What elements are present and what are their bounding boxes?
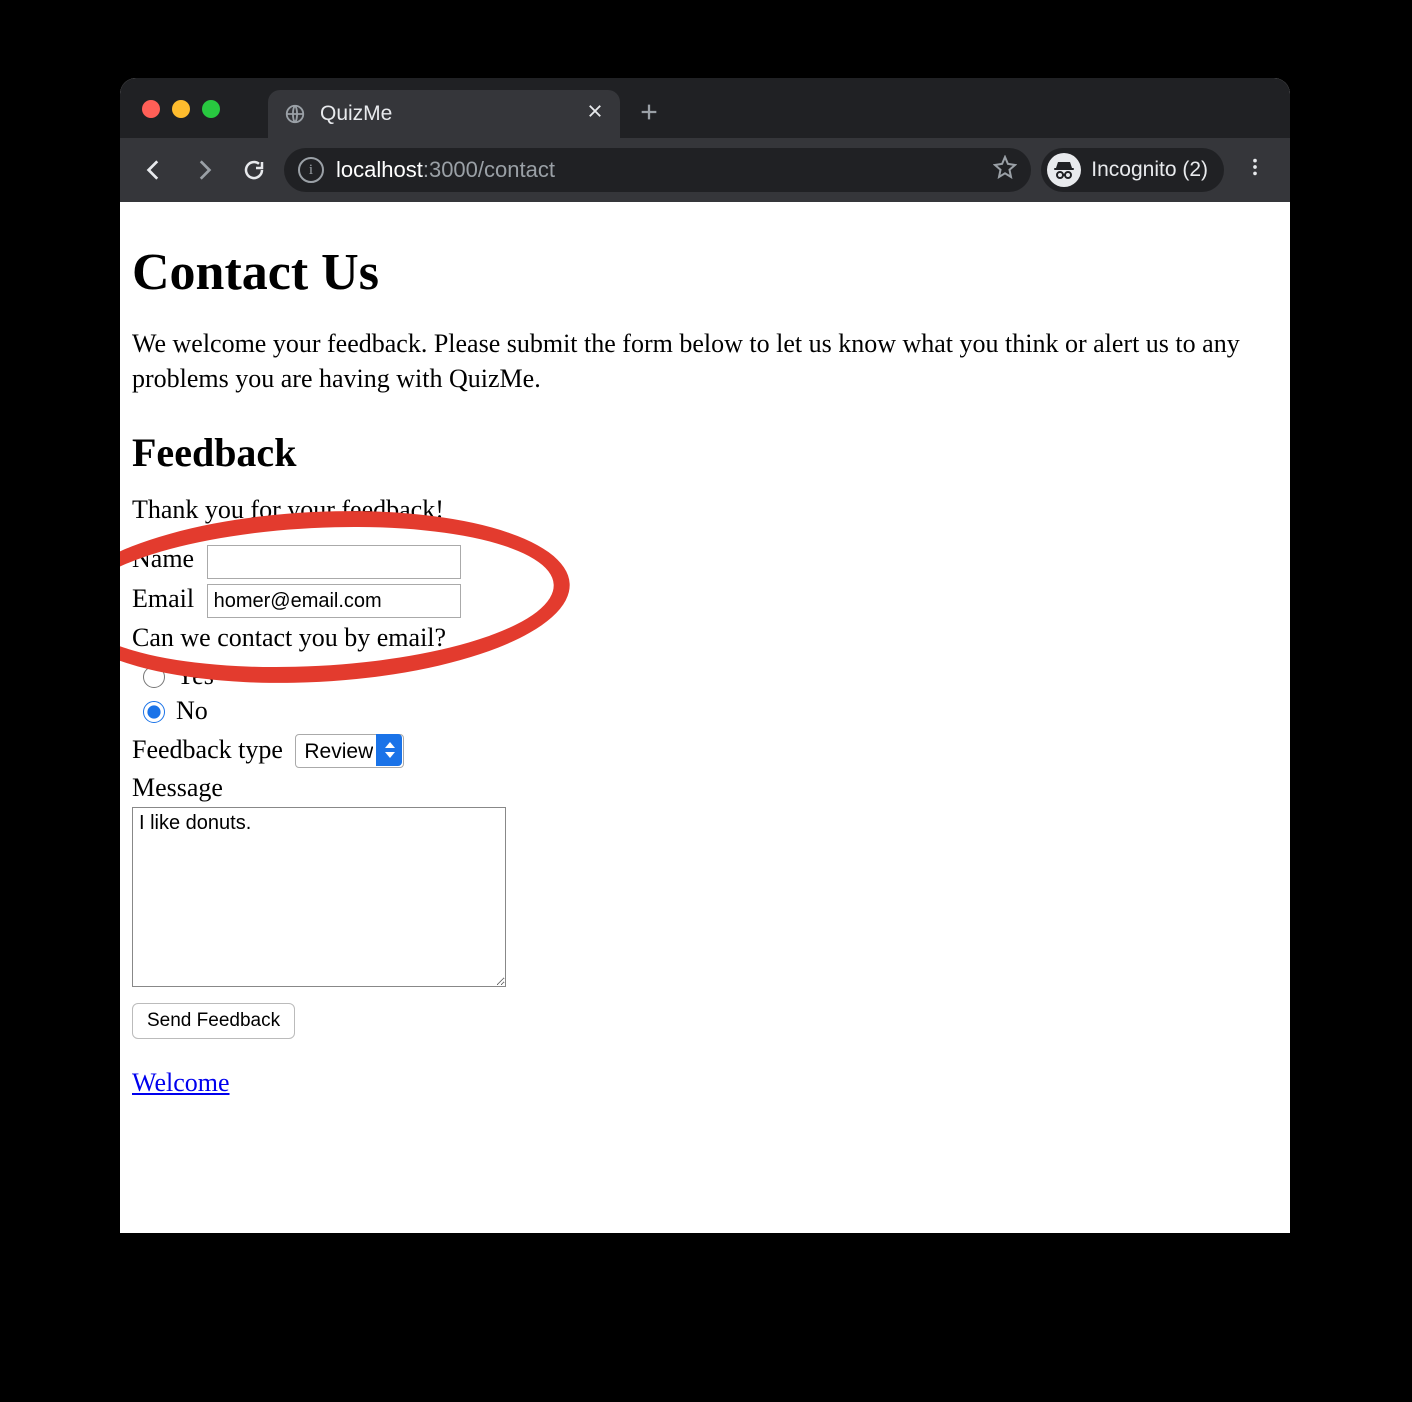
feedback-type-row: Feedback type Review bbox=[132, 732, 1278, 769]
incognito-label: Incognito (2) bbox=[1091, 158, 1208, 182]
radio-yes-row: Yes bbox=[138, 658, 1278, 693]
back-button[interactable] bbox=[134, 150, 174, 190]
browser-window: QuizMe i localhost:3000/contact bbox=[120, 78, 1290, 1233]
message-textarea[interactable] bbox=[132, 807, 506, 987]
name-label: Name bbox=[132, 544, 194, 573]
feedback-type-select[interactable]: Review bbox=[295, 734, 404, 768]
radio-no-row: No bbox=[138, 693, 1278, 728]
feedback-type-select-wrap: Review bbox=[295, 732, 404, 769]
browser-tab[interactable]: QuizMe bbox=[268, 90, 620, 138]
browser-menu-button[interactable] bbox=[1234, 156, 1276, 185]
name-row: Name bbox=[132, 541, 1278, 579]
incognito-icon bbox=[1047, 153, 1081, 187]
new-tab-button[interactable] bbox=[620, 98, 678, 138]
feedback-type-label: Feedback type bbox=[132, 735, 283, 764]
site-info-icon[interactable]: i bbox=[298, 157, 324, 183]
contact-question: Can we contact you by email? bbox=[132, 620, 1278, 655]
incognito-indicator[interactable]: Incognito (2) bbox=[1041, 148, 1224, 192]
url-text: localhost:3000/contact bbox=[336, 157, 555, 183]
bookmark-star-icon[interactable] bbox=[993, 155, 1017, 186]
page-content: Contact Us We welcome your feedback. Ple… bbox=[120, 202, 1290, 1144]
url-path: :3000/contact bbox=[423, 157, 555, 182]
radio-yes[interactable] bbox=[143, 666, 165, 688]
name-input[interactable] bbox=[207, 545, 461, 579]
browser-toolbar: i localhost:3000/contact Incognito (2) bbox=[120, 138, 1290, 202]
close-window-button[interactable] bbox=[142, 100, 160, 118]
email-row: Email bbox=[132, 581, 1278, 619]
message-label: Message bbox=[132, 770, 1278, 805]
radio-no-label: No bbox=[176, 693, 208, 728]
send-feedback-button[interactable]: Send Feedback bbox=[132, 1003, 295, 1039]
radio-no[interactable] bbox=[143, 701, 165, 723]
flash-message: Thank you for your feedback! bbox=[132, 492, 1278, 527]
minimize-window-button[interactable] bbox=[172, 100, 190, 118]
intro-text: We welcome your feedback. Please submit … bbox=[132, 326, 1278, 396]
globe-icon bbox=[284, 103, 306, 125]
forward-button[interactable] bbox=[184, 150, 224, 190]
window-controls bbox=[142, 100, 220, 118]
page-title: Contact Us bbox=[132, 238, 1278, 308]
tab-strip: QuizMe bbox=[120, 78, 1290, 138]
reload-button[interactable] bbox=[234, 150, 274, 190]
zoom-window-button[interactable] bbox=[202, 100, 220, 118]
tab-title: QuizMe bbox=[320, 102, 392, 126]
feedback-heading: Feedback bbox=[132, 426, 1278, 480]
welcome-link[interactable]: Welcome bbox=[132, 1068, 230, 1097]
radio-yes-label: Yes bbox=[176, 658, 214, 693]
email-label: Email bbox=[132, 584, 194, 613]
address-bar[interactable]: i localhost:3000/contact bbox=[284, 148, 1031, 192]
url-host: localhost bbox=[336, 157, 423, 182]
email-input[interactable] bbox=[207, 584, 461, 618]
close-tab-icon[interactable] bbox=[586, 102, 604, 126]
